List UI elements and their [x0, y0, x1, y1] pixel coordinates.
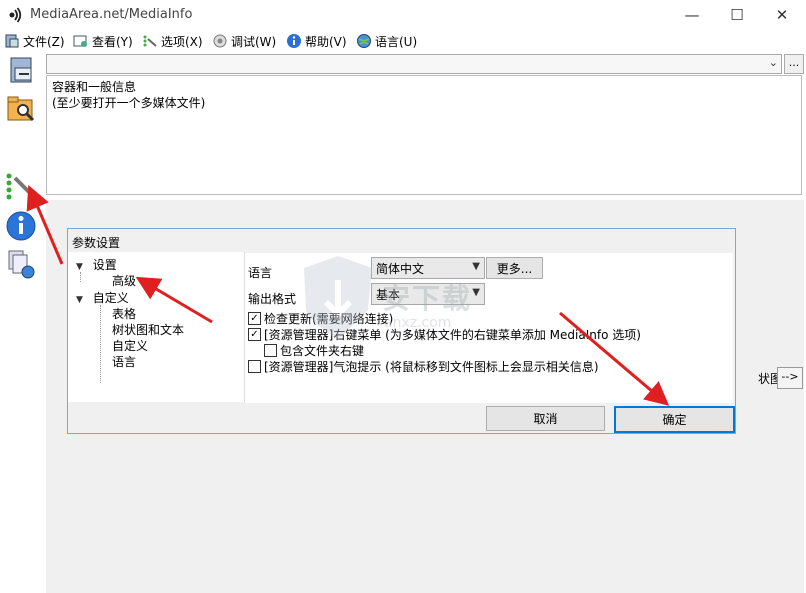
- menu-debug[interactable]: 调试(W): [212, 32, 276, 50]
- tree-item-label: 表格: [112, 307, 137, 321]
- tree-item-label: 设置: [92, 258, 117, 272]
- file-selector-combo[interactable]: ⌄: [46, 54, 782, 74]
- menu-help[interactable]: 帮助(V): [286, 32, 347, 50]
- menu-view-label: 查看(Y): [92, 34, 133, 49]
- settings-tree: ▼ 设置 高级 ▼ 自定义 表格 树状图和文本 自定义 语言: [68, 252, 245, 402]
- export-icon: [8, 250, 35, 279]
- tree-item-custom[interactable]: ▼ 自定义: [76, 289, 129, 306]
- minimize-button[interactable]: —: [669, 0, 715, 30]
- file-icon: [5, 34, 19, 48]
- title-bar: MediaArea.net/MediaInfo — ☐ ✕: [0, 0, 806, 30]
- menu-options[interactable]: 选项(X): [142, 32, 203, 50]
- open-file-button[interactable]: [5, 54, 37, 86]
- tree-item-table[interactable]: 表格: [112, 305, 136, 322]
- language-icon: [357, 34, 371, 48]
- menu-help-label: 帮助(V): [305, 34, 347, 49]
- shell-ext-checkbox[interactable]: ✓: [248, 328, 261, 341]
- watermark: 安下载 anxz.com: [300, 252, 520, 362]
- shield-logo-icon: [304, 256, 372, 340]
- tree-item-label: 自定义: [92, 291, 129, 305]
- folder-ext-checkbox[interactable]: [264, 344, 277, 357]
- wrench-icon: [6, 173, 35, 200]
- tree-item-label: 树状图和文本: [112, 323, 185, 337]
- menu-view[interactable]: 查看(Y): [73, 32, 133, 50]
- next-view-button[interactable]: -->: [777, 367, 803, 389]
- tree-item-language[interactable]: 语言: [112, 353, 136, 370]
- window-title: MediaArea.net/MediaInfo: [30, 7, 193, 22]
- watermark-subtext: anxz.com: [384, 315, 452, 331]
- tree-item-label: 自定义: [112, 339, 149, 353]
- help-icon: [287, 34, 301, 48]
- export-button[interactable]: [5, 248, 37, 280]
- info-hint: (至少要打开一个多媒体文件): [52, 96, 206, 110]
- expand-arrow-icon: ▼: [76, 262, 83, 272]
- tree-item-label: 语言: [112, 355, 137, 369]
- browse-button[interactable]: ...: [784, 54, 804, 74]
- dialog-title: 参数设置: [72, 236, 121, 250]
- menu-options-label: 选项(X): [161, 34, 203, 49]
- debug-icon: [213, 34, 227, 48]
- info-heading: 容器和一般信息: [52, 80, 137, 94]
- menu-file[interactable]: 文件(Z): [4, 32, 65, 50]
- menu-file-label: 文件(Z): [23, 34, 65, 49]
- close-button[interactable]: ✕: [759, 0, 805, 30]
- tooltip-checkbox[interactable]: [248, 360, 261, 373]
- cancel-button[interactable]: 取消: [486, 406, 605, 431]
- tree-item-label: 高级: [112, 274, 137, 288]
- tree-item-tree-text[interactable]: 树状图和文本: [112, 321, 184, 338]
- tree-item-settings[interactable]: ▼ 设置: [76, 256, 117, 273]
- menu-debug-label: 调试(W): [231, 34, 277, 49]
- mediainfo-app-icon: [6, 6, 24, 24]
- tree-line: [80, 272, 81, 282]
- tree-item-advanced[interactable]: 高级: [112, 272, 136, 289]
- menu-language[interactable]: 语言(U): [356, 32, 417, 50]
- options-icon: [143, 35, 157, 47]
- ok-button[interactable]: 确定: [614, 406, 735, 433]
- watermark-text: 安下载: [382, 282, 473, 315]
- open-media-icon: [10, 57, 32, 83]
- info-icon: [6, 211, 36, 241]
- left-toolbar: [0, 52, 42, 593]
- tree-item-custom-sub[interactable]: 自定义: [112, 337, 148, 354]
- chevron-down-icon: ⌄: [768, 56, 778, 69]
- menu-language-label: 语言(U): [375, 34, 418, 49]
- view-icon: [73, 35, 87, 47]
- open-folder-icon: [7, 96, 35, 122]
- preferences-button[interactable]: [5, 170, 37, 202]
- check-update-checkbox[interactable]: ✓: [248, 312, 261, 325]
- about-button[interactable]: [5, 210, 37, 242]
- language-label: 语言: [248, 266, 273, 280]
- info-text-area[interactable]: 容器和一般信息 (至少要打开一个多媒体文件): [46, 75, 802, 195]
- output-format-label: 输出格式: [248, 292, 297, 306]
- maximize-button[interactable]: ☐: [714, 0, 760, 30]
- menu-bar: 文件(Z) 查看(Y) 选项(X) 调试(W) 帮助(V) 语言(U): [0, 30, 806, 52]
- tree-line: [100, 305, 101, 383]
- expand-arrow-icon: ▼: [76, 295, 83, 305]
- open-folder-button[interactable]: [5, 92, 37, 124]
